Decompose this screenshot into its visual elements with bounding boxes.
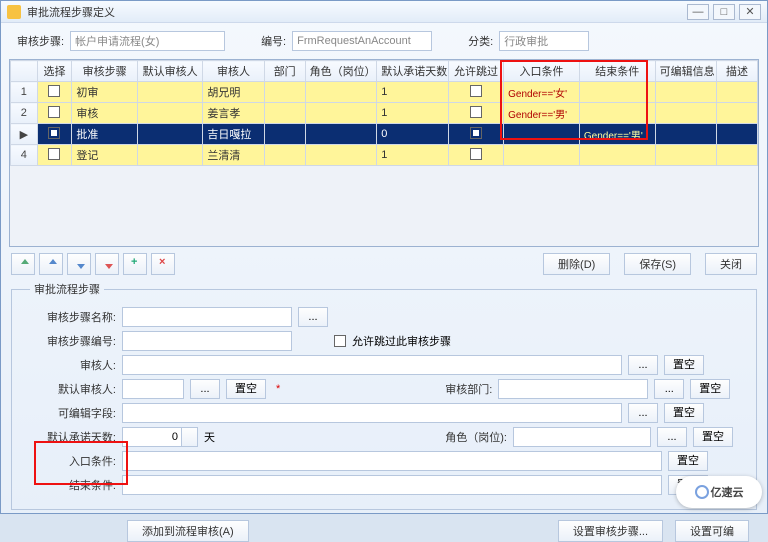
grid-table[interactable]: 选择 审核步骤 默认审核人 审核人 部门 角色（岗位） 默认承诺天数 允许跳过 …: [10, 60, 758, 166]
col-defrev[interactable]: 默认审核人: [137, 61, 202, 82]
entry-input[interactable]: [122, 451, 662, 471]
defrev-clear-button[interactable]: 置空: [226, 379, 266, 399]
grid: 选择 审核步骤 默认审核人 审核人 部门 角色（岗位） 默认承诺天数 允许跳过 …: [9, 59, 759, 247]
role-clear-button[interactable]: 置空: [693, 427, 733, 447]
cloud-icon: [695, 485, 709, 499]
role-lookup-button[interactable]: ...: [657, 427, 687, 447]
col-rev[interactable]: 审核人: [203, 61, 264, 82]
dept-clear-button[interactable]: 置空: [690, 379, 730, 399]
dept-input[interactable]: [498, 379, 648, 399]
filter-row: 审核步骤: 编号: 分类:: [1, 23, 767, 59]
grid-header-row: 选择 审核步骤 默认审核人 审核人 部门 角色（岗位） 默认承诺天数 允许跳过 …: [11, 61, 758, 82]
col-select[interactable]: 选择: [37, 61, 72, 82]
move-down-button[interactable]: [67, 253, 91, 275]
defrev-input[interactable]: [122, 379, 184, 399]
defrev-lookup-button[interactable]: ...: [190, 379, 220, 399]
role-label: 角色（岗位):: [427, 429, 507, 445]
entry-clear-button[interactable]: 置空: [668, 451, 708, 471]
col-edit[interactable]: 可编辑信息: [655, 61, 716, 82]
name-input[interactable]: [122, 307, 292, 327]
defrev-label: 默认审核人:: [30, 381, 116, 397]
window: 审批流程步骤定义 — □ ✕ 审核步骤: 编号: 分类: 选择 审核步骤 默认审…: [0, 0, 768, 514]
code-input[interactable]: [122, 331, 292, 351]
filter-step-input[interactable]: [70, 31, 225, 51]
name-lookup-button[interactable]: ...: [298, 307, 328, 327]
set-step-button[interactable]: 设置审核步骤...: [558, 520, 663, 542]
col-entry[interactable]: 入口条件: [504, 61, 580, 82]
required-star: *: [276, 383, 280, 395]
exit-label: 结束条件:: [30, 477, 116, 493]
col-exit[interactable]: 结束条件: [579, 61, 655, 82]
code-label: 审核步骤编号:: [30, 333, 116, 349]
filter-class-input[interactable]: [499, 31, 589, 51]
move-up-button[interactable]: [39, 253, 63, 275]
titlebar: 审批流程步骤定义 — □ ✕: [1, 1, 767, 23]
move-top-button[interactable]: [11, 253, 35, 275]
promise-updown[interactable]: [182, 427, 198, 447]
name-label: 审核步骤名称:: [30, 309, 116, 325]
entry-label: 入口条件:: [30, 453, 116, 469]
editable-label: 可编辑字段:: [30, 405, 116, 421]
col-dept[interactable]: 部门: [264, 61, 305, 82]
promise-label: 默认承诺天数:: [30, 429, 116, 445]
bottom-row: 添加到流程审核(A) 设置审核步骤... 设置可编: [1, 516, 767, 542]
dept-lookup-button[interactable]: ...: [654, 379, 684, 399]
add-to-flow-button[interactable]: 添加到流程审核(A): [127, 520, 249, 542]
close-button[interactable]: 关闭: [705, 253, 757, 275]
reviewer-input[interactable]: [122, 355, 622, 375]
editable-clear-button[interactable]: 置空: [664, 403, 704, 423]
grid-empty-area: [10, 166, 758, 246]
filter-step-label: 审核步骤:: [17, 33, 64, 49]
col-days[interactable]: 默认承诺天数: [377, 61, 449, 82]
reviewer-clear-button[interactable]: 置空: [664, 355, 704, 375]
skip-checkbox[interactable]: [334, 335, 346, 347]
promise-unit: 天: [204, 429, 215, 445]
skip-label: 允许跳过此审核步骤: [352, 333, 451, 349]
col-desc[interactable]: 描述: [716, 61, 757, 82]
filter-class-label: 分类:: [468, 33, 493, 49]
step-detail-panel: 审批流程步骤 审核步骤名称: ... 审核步骤编号: 允许跳过此审核步骤 审核人…: [11, 281, 757, 510]
app-icon: [7, 5, 21, 19]
table-row[interactable]: 4登记兰清清1: [11, 145, 758, 166]
panel-legend: 审批流程步骤: [30, 281, 104, 297]
promise-spinner[interactable]: [122, 427, 198, 447]
editable-lookup-button[interactable]: ...: [628, 403, 658, 423]
role-input[interactable]: [513, 427, 651, 447]
promise-input[interactable]: [122, 427, 182, 447]
move-bottom-button[interactable]: [95, 253, 119, 275]
exit-input[interactable]: [122, 475, 662, 495]
add-step-button[interactable]: [123, 253, 147, 275]
window-title: 审批流程步骤定义: [27, 4, 683, 20]
filter-code-input[interactable]: [292, 31, 432, 51]
dept-label: 审核部门:: [432, 381, 492, 397]
filter-code-label: 编号:: [261, 33, 286, 49]
table-row[interactable]: ▶批准吉日嘎拉0Gender=='男': [11, 124, 758, 145]
maximize-button[interactable]: □: [713, 4, 735, 20]
delete-button[interactable]: 删除(D): [543, 253, 610, 275]
table-row[interactable]: 2审核姜言孝1Gender=='男': [11, 103, 758, 124]
table-row[interactable]: 1初审胡兄明1Gender=='女': [11, 82, 758, 103]
reviewer-lookup-button[interactable]: ...: [628, 355, 658, 375]
col-rowhdr: [11, 61, 38, 82]
col-skip[interactable]: 允许跳过: [448, 61, 503, 82]
remove-step-button[interactable]: [151, 253, 175, 275]
reviewer-label: 审核人:: [30, 357, 116, 373]
set-editable-button[interactable]: 设置可编: [675, 520, 749, 542]
toolbar: 删除(D) 保存(S) 关闭: [1, 247, 767, 279]
watermark: 亿速云: [676, 476, 762, 508]
watermark-text: 亿速云: [711, 484, 744, 500]
minimize-button[interactable]: —: [687, 4, 709, 20]
editable-input[interactable]: [122, 403, 622, 423]
col-step[interactable]: 审核步骤: [72, 61, 137, 82]
save-button[interactable]: 保存(S): [624, 253, 691, 275]
col-role[interactable]: 角色（岗位）: [305, 61, 377, 82]
close-window-button[interactable]: ✕: [739, 4, 761, 20]
